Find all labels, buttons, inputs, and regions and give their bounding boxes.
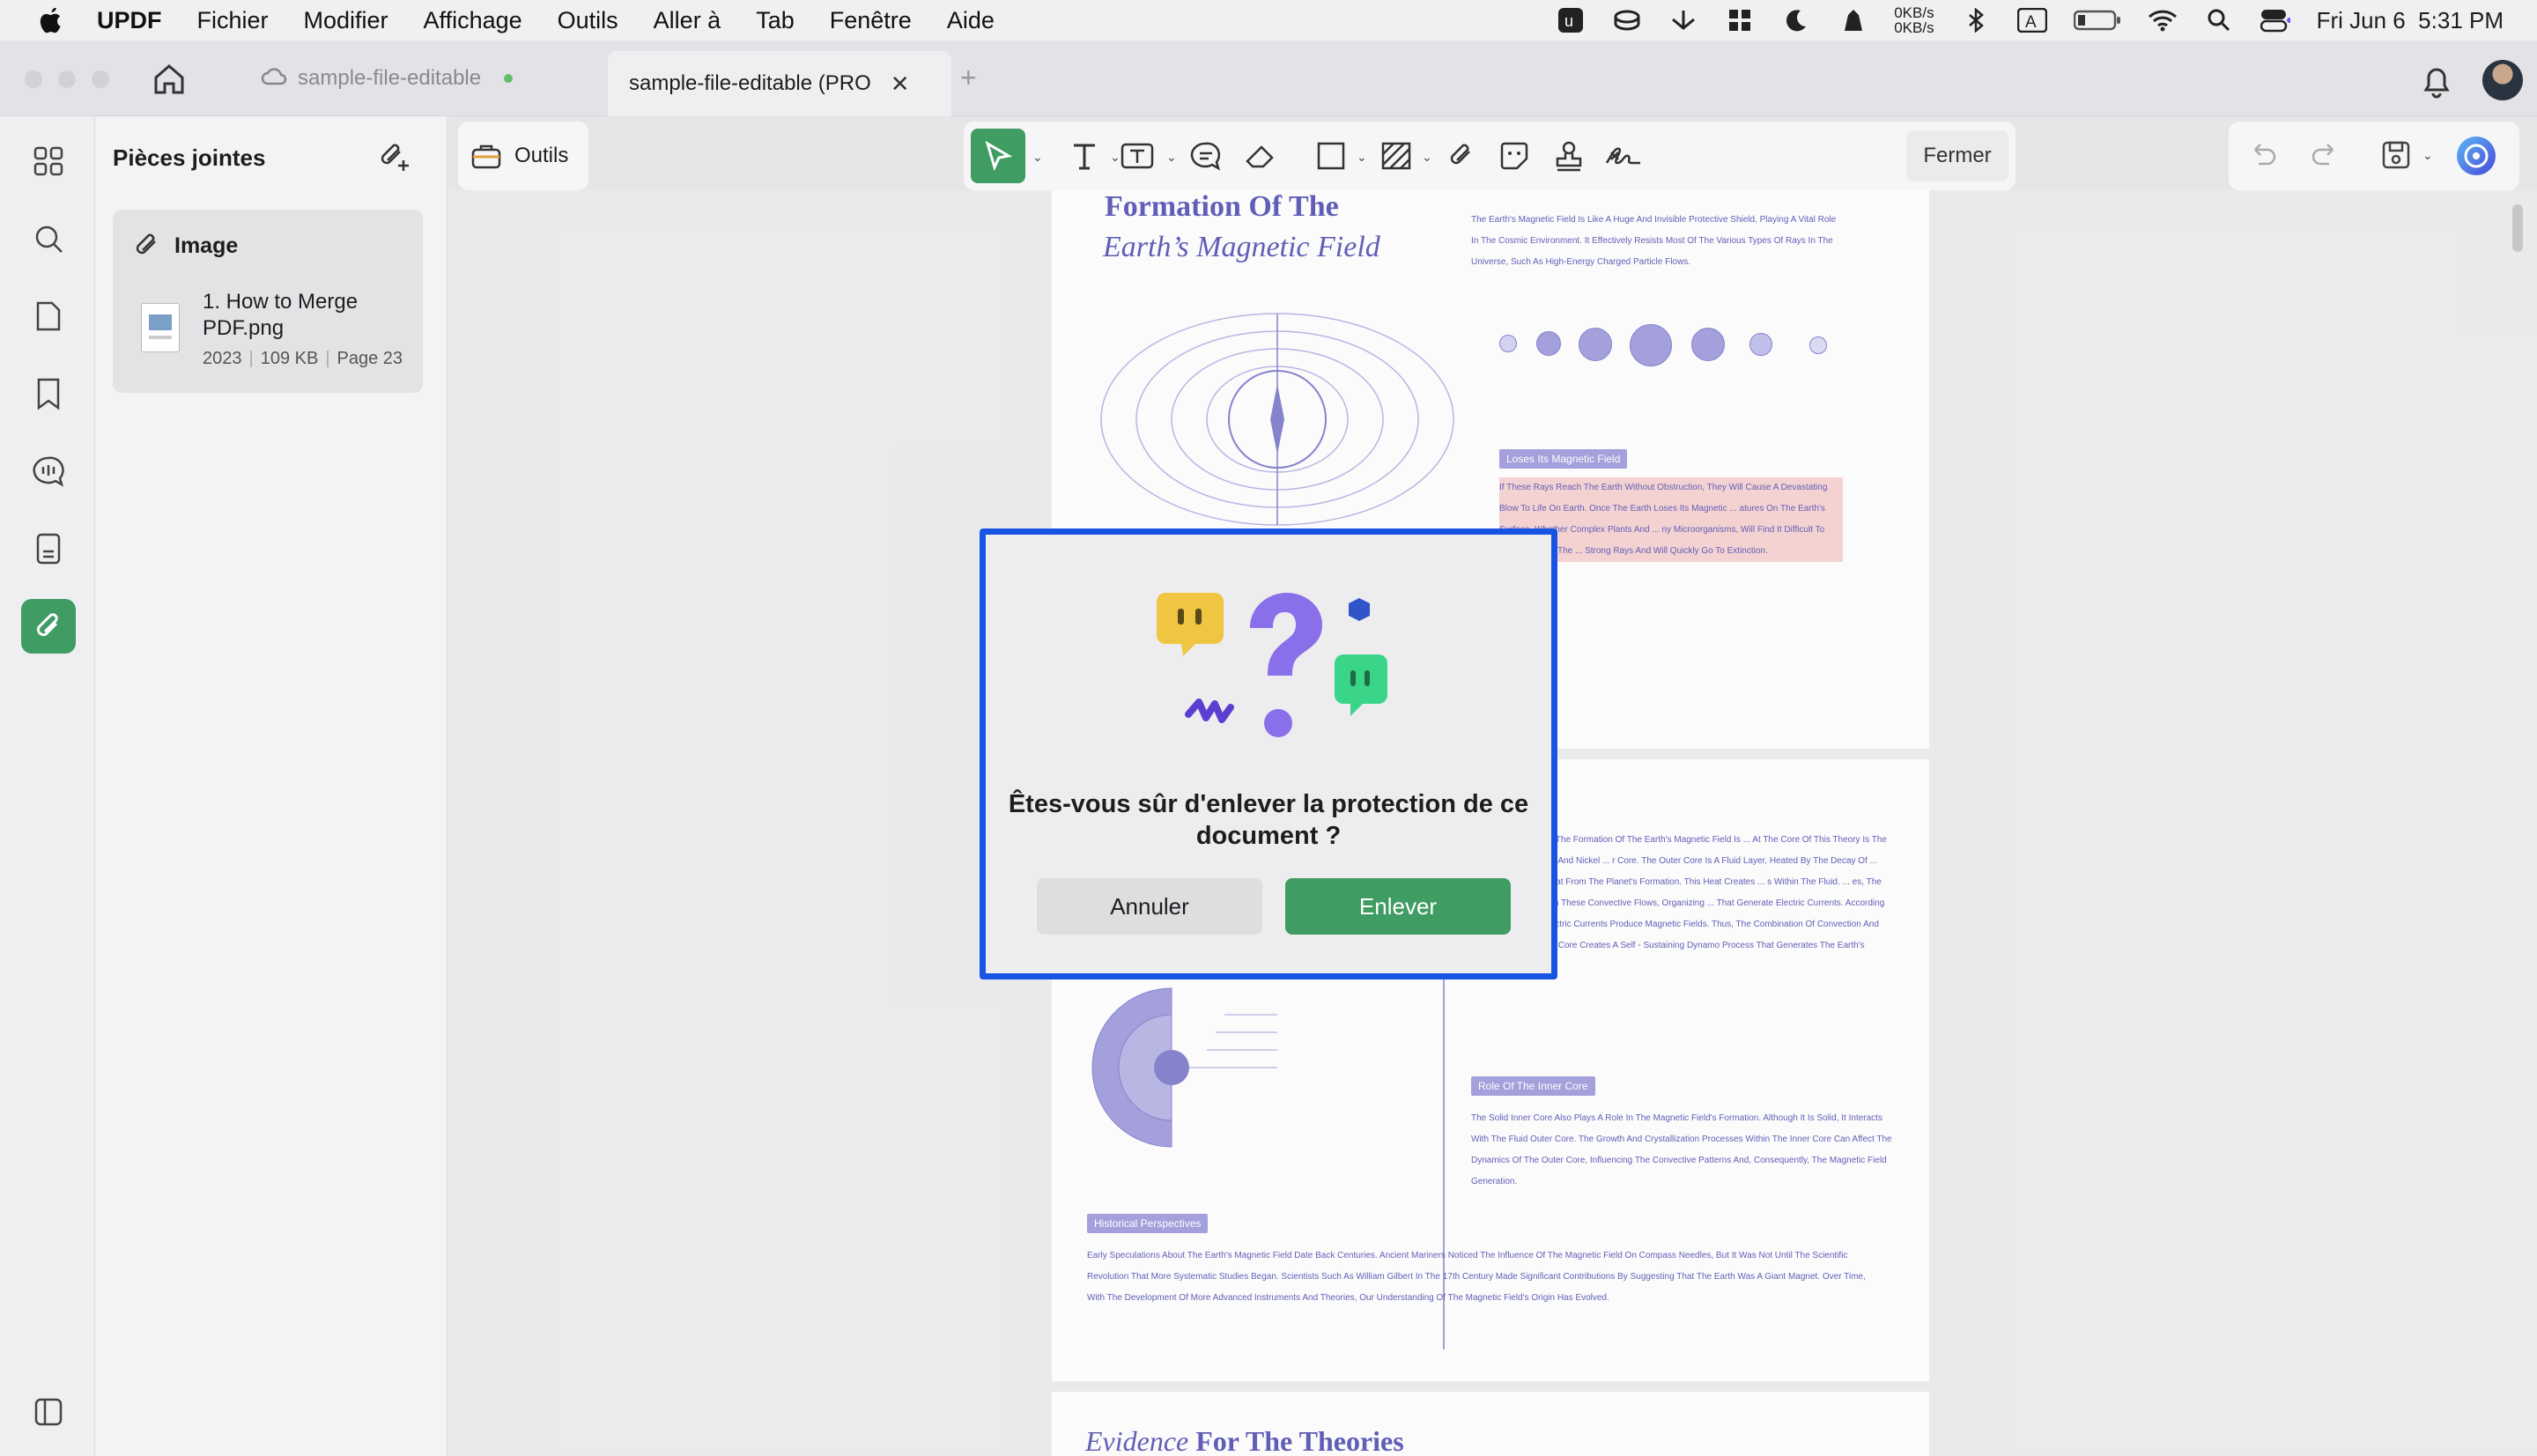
- tools-button[interactable]: Outils: [458, 122, 588, 190]
- moon-icon[interactable]: [1781, 7, 1811, 33]
- pen-app-icon[interactable]: [1838, 7, 1868, 33]
- shape-dropdown-icon[interactable]: ⌄: [1357, 150, 1367, 165]
- left-rail: [0, 116, 95, 1456]
- textbox-dropdown-icon[interactable]: ⌄: [1166, 150, 1177, 165]
- window-close-button[interactable]: [25, 70, 42, 88]
- svg-text:u: u: [1564, 12, 1573, 30]
- menu-tab[interactable]: Tab: [756, 7, 795, 34]
- menu-fichier[interactable]: Fichier: [197, 7, 269, 34]
- menu-modifier[interactable]: Modifier: [304, 7, 388, 34]
- net-up: 0KB/s: [1894, 4, 1934, 21]
- attachment-page: Page 23: [337, 349, 403, 368]
- tools-label: Outils: [514, 144, 569, 167]
- menu-affichage[interactable]: Affichage: [424, 7, 522, 34]
- toolbox-icon: [471, 144, 501, 169]
- panel-title: Pièces jointes: [113, 144, 266, 171]
- tab-label: sample-file-editable: [298, 66, 482, 90]
- input-source-icon[interactable]: A: [2016, 7, 2047, 33]
- thumbnails-icon[interactable]: [21, 134, 76, 188]
- avatar[interactable]: [2482, 60, 2523, 100]
- attachment-tool-icon[interactable]: [1439, 134, 1483, 178]
- textbox-tool-icon[interactable]: [1115, 134, 1159, 178]
- text-tool-icon[interactable]: [1062, 134, 1106, 178]
- close-tab-icon[interactable]: ✕: [891, 70, 910, 98]
- dialog-question: Êtes-vous sûr d'enlever la protection de…: [1008, 790, 1529, 850]
- select-tool-icon[interactable]: [971, 129, 1025, 183]
- download-tray-icon[interactable]: [1668, 7, 1698, 33]
- rectangle-tool-icon[interactable]: [1309, 134, 1353, 178]
- battery-icon[interactable]: [2073, 7, 2121, 33]
- signature-tool-icon[interactable]: [1601, 134, 1646, 178]
- save-dropdown-icon[interactable]: ⌄: [2422, 148, 2433, 163]
- bluetooth-icon[interactable]: [1961, 7, 1991, 33]
- sidebar-toggle-icon[interactable]: [21, 1385, 76, 1439]
- menu-aller-a[interactable]: Aller à: [654, 7, 721, 34]
- hatch-dropdown-icon[interactable]: ⌄: [1422, 150, 1432, 165]
- window-zoom-button[interactable]: [92, 70, 109, 88]
- control-center-icon[interactable]: [2260, 7, 2290, 33]
- menu-app-name[interactable]: UPDF: [97, 7, 162, 34]
- tab-sample-file-editable-protected[interactable]: sample-file-editable (PRO ✕: [608, 51, 951, 116]
- updf-status-icon[interactable]: u: [1556, 7, 1586, 33]
- comment-tool-icon[interactable]: [1184, 134, 1228, 178]
- grid-app-icon[interactable]: [1725, 7, 1755, 33]
- undo-icon[interactable]: [2246, 139, 2278, 175]
- drive-icon[interactable]: [1612, 7, 1642, 33]
- svg-text:A: A: [2025, 13, 2037, 32]
- unsaved-dot: [504, 74, 514, 83]
- forms-icon[interactable]: [21, 521, 76, 576]
- pages-icon[interactable]: [21, 289, 76, 344]
- select-dropdown-icon[interactable]: ⌄: [1032, 150, 1043, 165]
- add-attachment-icon[interactable]: [377, 139, 412, 179]
- spotlight-search-icon[interactable]: [2204, 7, 2234, 33]
- tab-sample-file-editable[interactable]: sample-file-editable: [261, 51, 578, 106]
- save-icon[interactable]: [2380, 139, 2412, 175]
- attachment-date: 2023: [203, 349, 242, 368]
- close-annotation-button[interactable]: Fermer: [1906, 130, 2008, 181]
- menu-bar: UPDF Fichier Modifier Affichage Outils A…: [0, 0, 2537, 41]
- window-minimize-button[interactable]: [58, 70, 76, 88]
- tab-label: sample-file-editable (PRO: [629, 71, 871, 95]
- search-icon[interactable]: [21, 211, 76, 266]
- menu-aide[interactable]: Aide: [947, 7, 995, 34]
- eraser-tool-icon[interactable]: [1239, 134, 1283, 178]
- question-illustration-icon: [1157, 593, 1387, 737]
- wifi-icon[interactable]: [2148, 7, 2178, 33]
- attachment-size: 109 KB: [260, 349, 319, 368]
- sticker-tool-icon[interactable]: [1492, 134, 1536, 178]
- home-icon[interactable]: [152, 62, 187, 97]
- ai-assistant-icon[interactable]: [2454, 134, 2498, 182]
- remove-protection-button[interactable]: Enlever: [1285, 878, 1511, 935]
- attachment-item[interactable]: Image 1. How to Merge PDF.png 2023 | 109…: [113, 210, 423, 393]
- area-hatch-tool-icon[interactable]: [1374, 134, 1418, 178]
- annotation-toolbar: ⌄ ⌄ ⌄ ⌄ ⌄ Fermer: [964, 122, 2016, 190]
- right-toolbar: ⌄: [2229, 122, 2519, 190]
- attachments-panel: Pièces jointes Image 1. How to Merge PDF…: [95, 116, 447, 1456]
- png-file-icon: [141, 303, 180, 352]
- attachment-name: 1. How to Merge PDF.png: [203, 290, 359, 340]
- attachment-type-label: Image: [174, 233, 239, 258]
- comments-icon[interactable]: [21, 444, 76, 499]
- cloud-icon: [261, 66, 287, 92]
- attachments-icon[interactable]: [21, 599, 76, 654]
- add-tab-icon[interactable]: +: [960, 62, 977, 94]
- network-speed: 0KB/s 0KB/s: [1894, 5, 1934, 35]
- apple-icon[interactable]: [32, 5, 67, 35]
- redo-icon[interactable]: [2310, 139, 2341, 175]
- menu-fenetre[interactable]: Fenêtre: [830, 7, 912, 34]
- status-area: u 0KB/s 0KB/s A Fri Jun 6 5:31 PM: [1556, 0, 2504, 41]
- menubar-clock[interactable]: Fri Jun 6 5:31 PM: [2317, 7, 2504, 34]
- stamp-tool-icon[interactable]: [1547, 134, 1591, 178]
- net-down: 0KB/s: [1894, 19, 1934, 36]
- paperclip-icon: [136, 233, 156, 255]
- attachment-meta: 2023 | 109 KB | Page 23: [203, 349, 403, 368]
- bookmark-icon[interactable]: [21, 366, 76, 421]
- attachment-type: Image: [132, 231, 238, 261]
- bell-icon[interactable]: [2421, 63, 2452, 103]
- menu-outils[interactable]: Outils: [558, 7, 618, 34]
- remove-protection-dialog: Êtes-vous sûr d'enlever la protection de…: [980, 528, 1557, 979]
- cancel-button[interactable]: Annuler: [1037, 878, 1262, 935]
